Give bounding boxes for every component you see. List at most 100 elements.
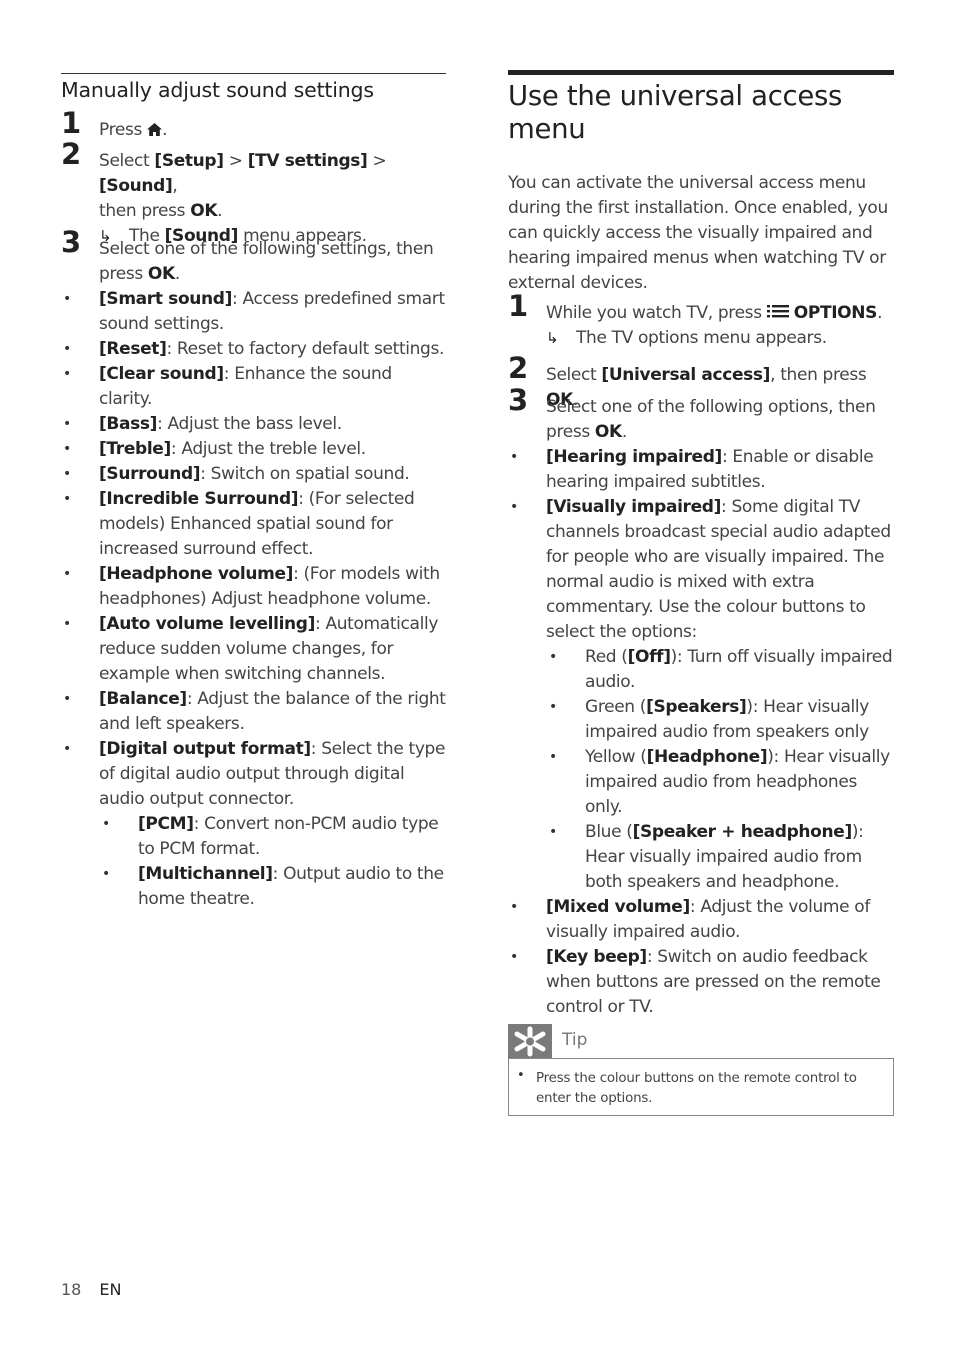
step-number: 1	[61, 106, 81, 140]
bold-term: [Off]	[627, 647, 671, 667]
sound-settings-list: [Smart sound]: Access predefined smart s…	[61, 287, 446, 912]
step-number: 3	[508, 383, 528, 417]
bold-term: OK	[190, 201, 218, 221]
bold-term: [Speaker + headphone]	[632, 822, 853, 842]
bold-term: [Incredible Surround]	[99, 489, 299, 509]
bold-term: [TV settings]	[247, 151, 368, 171]
text-fragment: Select	[546, 365, 602, 385]
list-item: [Smart sound]: Access predefined smart s…	[61, 287, 446, 337]
bold-term: [Digital output format]	[99, 739, 311, 759]
text-fragment: .	[877, 303, 883, 323]
asterisk-tip-icon	[508, 1024, 552, 1059]
text-fragment: ,	[172, 176, 178, 196]
bold-term: [Universal access]	[601, 365, 771, 385]
home-icon	[147, 119, 163, 144]
text-fragment: : Adjust the bass level.	[157, 414, 342, 434]
section-heading: Manually adjust sound settings	[61, 78, 374, 102]
list-item: [Balance]: Adjust the balance of the rig…	[61, 687, 446, 737]
list-item: [Reset]: Reset to factory default settin…	[61, 337, 446, 362]
text-fragment: : Reset to factory default settings.	[166, 339, 445, 359]
step-3: 3 Select one of the following settings, …	[61, 228, 446, 287]
intro-paragraph: You can activate the universal access me…	[508, 173, 888, 293]
language-code: EN	[99, 1280, 122, 1299]
list-item: [Digital output format]: Select the type…	[61, 737, 446, 812]
step-1: 1 While you watch TV, press OPTIONS. ↳ Th…	[508, 292, 894, 351]
list-item: [Incredible Surround]: (For selected mod…	[61, 487, 446, 562]
step-number: 2	[508, 351, 528, 385]
step-1: 1 Press .	[61, 109, 446, 144]
text-fragment: press	[546, 422, 595, 442]
bold-term: [Headphone volume]	[99, 564, 294, 584]
text-fragment: : Adjust the treble level.	[170, 439, 366, 459]
bold-term: OK	[147, 264, 175, 284]
bold-term: [Sound]	[99, 176, 173, 196]
bold-term: [Smart sound]	[99, 289, 233, 309]
text-fragment: Select	[99, 151, 155, 171]
sub-list-item: [Multichannel]: Output audio to the home…	[61, 862, 446, 912]
bold-term: [Treble]	[99, 439, 171, 459]
bold-term: [Key beep]	[546, 947, 647, 967]
list-item: [Bass]: Adjust the bass level.	[61, 412, 446, 437]
text-fragment: Yellow (	[585, 747, 647, 767]
list-item: [Hearing impaired]: Enable or disable he…	[508, 445, 894, 495]
text-fragment: : Some digital TV channels broadcast spe…	[546, 497, 891, 642]
text-fragment: then press	[99, 201, 191, 221]
bold-term: [Reset]	[99, 339, 167, 359]
text-fragment: Select one of the following settings, th…	[99, 239, 434, 259]
options-list-icon	[766, 301, 789, 326]
step-number: 1	[508, 289, 528, 323]
list-item: [Auto volume levelling]: Automatically r…	[61, 612, 446, 687]
section-rule	[61, 73, 446, 74]
bold-term: OK	[594, 422, 622, 442]
chapter-rule	[508, 70, 894, 75]
text-fragment: Blue (	[585, 822, 633, 842]
text-fragment: The TV options menu appears.	[576, 328, 827, 348]
bold-term: [PCM]	[138, 814, 194, 834]
list-item: [Treble]: Adjust the treble level.	[61, 437, 446, 462]
step-3: 3 Select one of the following options, t…	[508, 386, 894, 445]
text-fragment: .	[621, 422, 627, 442]
bold-term: [Clear sound]	[99, 364, 224, 384]
text-fragment: : Switch on spatial sound.	[200, 464, 410, 484]
sub-list-item: [PCM]: Convert non-PCM audio type to PCM…	[61, 812, 446, 862]
bold-term: [Speakers]	[646, 697, 747, 717]
text-fragment: Select one of the following options, the…	[546, 397, 876, 417]
text-fragment: >	[223, 151, 248, 171]
tip-box: • Press the colour buttons on the remote…	[508, 1058, 894, 1116]
step-number: 3	[61, 225, 81, 259]
page-title: Use the universal access menu	[508, 80, 843, 145]
sub-list-item: Yellow ([Headphone]): Hear visually impa…	[508, 745, 894, 820]
step-2: 2 Select [Setup] > [TV settings] > [Soun…	[61, 140, 446, 249]
bold-term: [Hearing impaired]	[546, 447, 722, 467]
list-item: [Visually impaired]: Some digital TV cha…	[508, 495, 894, 645]
list-item: [Mixed volume]: Adjust the volume of vis…	[508, 895, 894, 945]
bold-term: [Bass]	[99, 414, 158, 434]
list-item: [Surround]: Switch on spatial sound.	[61, 462, 446, 487]
text-fragment: While you watch TV, press	[546, 303, 767, 323]
access-options-list: [Hearing impaired]: Enable or disable he…	[508, 445, 894, 1020]
bold-term: OPTIONS	[793, 303, 878, 323]
page-number: 18	[61, 1280, 82, 1299]
text-fragment: press	[99, 264, 148, 284]
result-arrow-icon: ↳	[546, 329, 559, 347]
tip-header: Tip	[508, 1024, 894, 1059]
sub-list-item: Green ([Speakers]): Hear visually impair…	[508, 695, 894, 745]
text-fragment: .	[217, 201, 223, 221]
list-item: [Key beep]: Switch on audio feedback whe…	[508, 945, 894, 1020]
sub-list-item: Red ([Off]): Turn off visually impaired …	[508, 645, 894, 695]
tip-text: Press the colour buttons on the remote c…	[536, 1071, 857, 1106]
bold-term: [Setup]	[154, 151, 224, 171]
sub-list-item: Blue ([Speaker + headphone]): Hear visua…	[508, 820, 894, 895]
bullet: •	[517, 1068, 525, 1083]
bold-term: [Headphone]	[646, 747, 768, 767]
bold-term: [Multichannel]	[138, 864, 273, 884]
text-fragment: Press	[99, 120, 142, 140]
step-number: 2	[61, 137, 81, 171]
tip-label: Tip	[562, 1030, 588, 1050]
list-item: [Headphone volume]: (For models with hea…	[61, 562, 446, 612]
text-fragment: .	[174, 264, 180, 284]
list-item: [Clear sound]: Enhance the sound clarity…	[61, 362, 446, 412]
text-fragment: , then press	[770, 365, 867, 385]
bold-term: [Balance]	[99, 689, 187, 709]
bold-term: [Auto volume levelling]	[99, 614, 316, 634]
